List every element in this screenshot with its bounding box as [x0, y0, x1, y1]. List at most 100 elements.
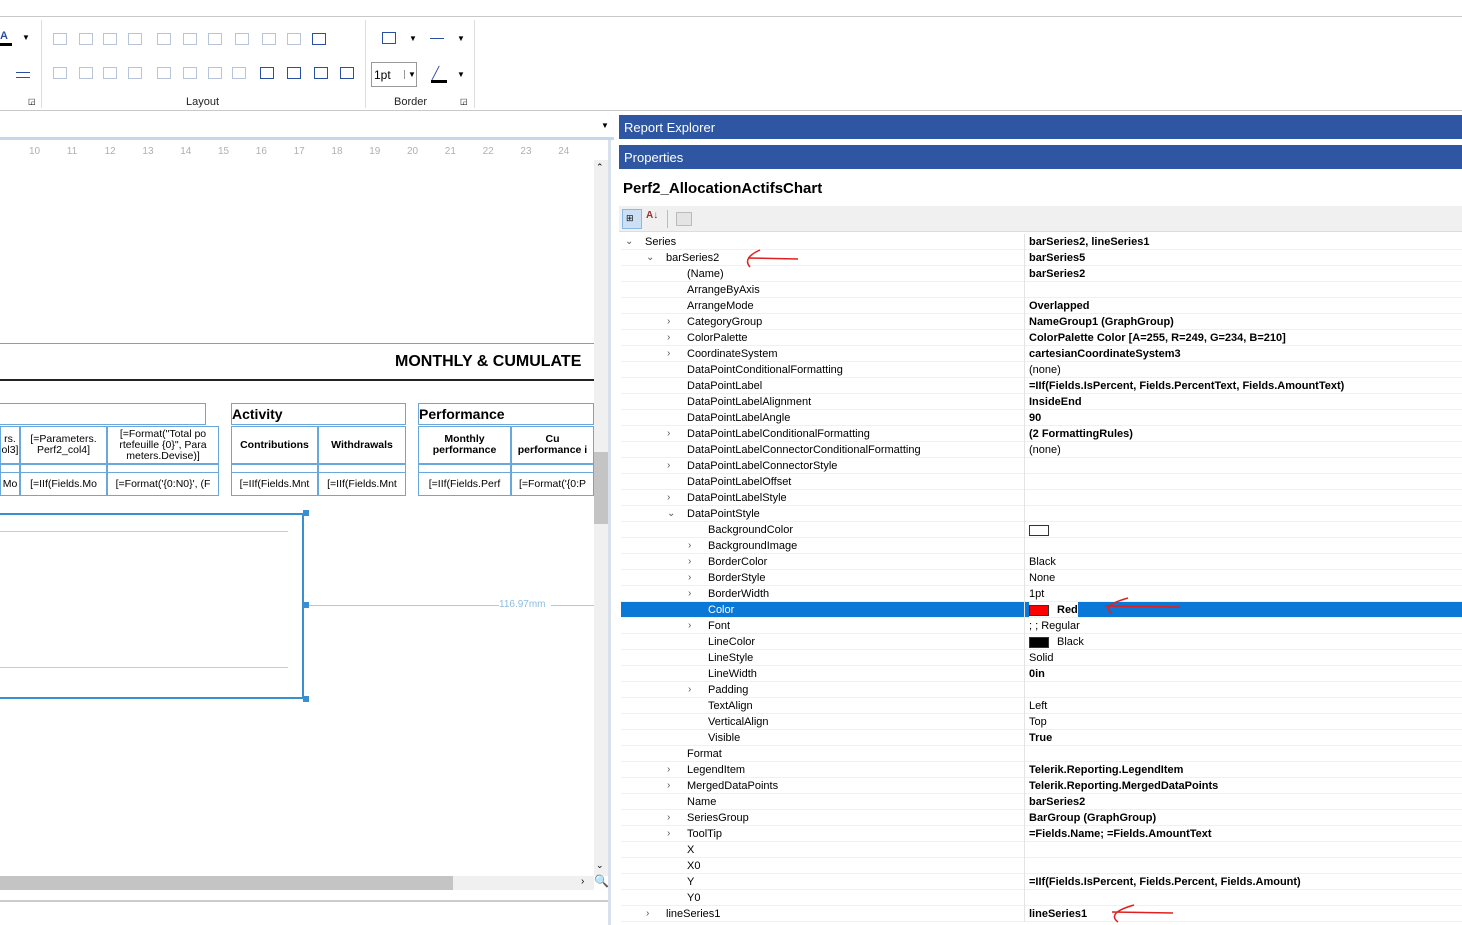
property-row-textalign[interactable]: TextAlign Left — [621, 698, 1462, 714]
property-value[interactable]: Top — [1029, 714, 1047, 730]
property-row-bordercolor[interactable]: › BorderColor Black — [621, 554, 1462, 570]
property-row-y0[interactable]: Y0 — [621, 890, 1462, 906]
property-value[interactable]: barSeries2 — [1029, 266, 1085, 282]
zoom-icon[interactable]: 🔍 — [594, 874, 609, 888]
dialog-launcher-icon[interactable]: ◲ — [28, 97, 36, 106]
layout-icon[interactable] — [232, 67, 246, 79]
property-row-tooltip[interactable]: › ToolTip =Fields.Name; =Fields.AmountText — [621, 826, 1462, 842]
property-row-format[interactable]: Format — [621, 746, 1462, 762]
align-icon[interactable] — [208, 33, 222, 45]
line-style-dropdown-icon[interactable]: ▼ — [457, 34, 465, 43]
property-value[interactable]: Overlapped — [1029, 298, 1090, 314]
property-value[interactable]: Left — [1029, 698, 1047, 714]
property-row-series[interactable]: ⌄ Series barSeries2, lineSeries1 — [621, 234, 1462, 250]
scroll-down-icon[interactable]: ⌄ — [596, 860, 604, 871]
property-row-datapointlabelangle[interactable]: DataPointLabelAngle 90 — [621, 410, 1462, 426]
borders-icon[interactable] — [382, 32, 396, 44]
align-icon[interactable] — [235, 33, 249, 45]
sort-alphabetical-icon[interactable]: A↓ — [646, 210, 658, 221]
table-header-cell[interactable]: [=Parameters. Perf2_col4] — [20, 426, 107, 464]
property-row-backgroundimage[interactable]: › BackgroundImage — [621, 538, 1462, 554]
property-value[interactable]: 1pt — [1029, 586, 1044, 602]
resize-handle[interactable] — [303, 510, 309, 516]
property-value[interactable]: ; ; Regular — [1029, 618, 1080, 634]
table-empty-cell[interactable] — [20, 464, 107, 473]
property-row-x[interactable]: X — [621, 842, 1462, 858]
property-row-datapointconditionalformatting[interactable]: DataPointConditionalFormatting (none) — [621, 362, 1462, 378]
property-value[interactable]: =IIf(Fields.IsPercent, Fields.Percent, F… — [1029, 874, 1301, 890]
chevron-right-icon[interactable]: › — [688, 538, 691, 554]
chevron-down-icon[interactable]: ⌄ — [646, 250, 654, 266]
chevron-right-icon[interactable]: › — [688, 570, 691, 586]
property-value[interactable]: 90 — [1029, 410, 1041, 426]
table-header-cell[interactable]: rs. ol3] — [0, 426, 20, 464]
chevron-right-icon[interactable]: › — [667, 778, 670, 794]
property-row-linewidth[interactable]: LineWidth 0in — [621, 666, 1462, 682]
property-row-datapointlabelconditionalformatting[interactable]: › DataPointLabelConditionalFormatting (2 F… — [621, 426, 1462, 442]
table-header-cell[interactable]: [=Format("Total po rtefeuille {0}", Para… — [107, 426, 219, 464]
property-value[interactable]: lineSeries1 — [1029, 906, 1087, 922]
property-row-coordinatesystem[interactable]: › CoordinateSystem cartesianCoordinateSyst… — [621, 346, 1462, 362]
layout-icon[interactable] — [79, 67, 93, 79]
table-detail-cell[interactable]: [=IIf(Fields.Perf — [418, 472, 511, 496]
dialog-launcher-icon[interactable]: ◲ — [460, 97, 468, 106]
align-icon[interactable] — [312, 33, 326, 45]
align-icon[interactable] — [262, 33, 276, 45]
resize-handle[interactable] — [303, 696, 309, 702]
borders-dropdown-icon[interactable]: ▼ — [409, 34, 417, 43]
property-value[interactable] — [1029, 522, 1057, 538]
align-icon[interactable] — [53, 33, 67, 45]
table-detail-cell[interactable]: Mo — [0, 472, 20, 496]
chevron-right-icon[interactable]: › — [688, 682, 691, 698]
justify-icon[interactable] — [16, 72, 30, 78]
chevron-right-icon[interactable]: › — [667, 458, 670, 474]
layout-icon[interactable] — [287, 67, 301, 79]
table-detail-cell[interactable]: [=Format('{0:N0}', (F — [107, 472, 219, 496]
property-value[interactable]: None — [1029, 570, 1055, 586]
table-group-header[interactable] — [0, 403, 206, 425]
chevron-right-icon[interactable]: › — [667, 346, 670, 362]
border-width-select[interactable]: 1pt ▼ — [371, 62, 417, 87]
property-value[interactable]: cartesianCoordinateSystem3 — [1029, 346, 1181, 362]
property-row-barseries2[interactable]: ⌄ barSeries2 barSeries5 — [621, 250, 1462, 266]
report-explorer-header[interactable]: Report Explorer — [619, 115, 1462, 139]
property-row-categorygroup[interactable]: › CategoryGroup NameGroup1 (GraphGroup) — [621, 314, 1462, 330]
property-value[interactable]: Black — [1029, 554, 1056, 570]
table-empty-cell[interactable] — [231, 464, 318, 473]
property-row-datapointlabelconnectorconditionalformatting[interactable]: DataPointLabelConnectorConditionalFormat… — [621, 442, 1462, 458]
property-row-verticalalign[interactable]: VerticalAlign Top — [621, 714, 1462, 730]
align-icon[interactable] — [183, 33, 197, 45]
layout-icon[interactable] — [208, 67, 222, 79]
categorized-icon[interactable]: ⊞ — [622, 209, 642, 229]
align-icon[interactable] — [128, 33, 142, 45]
chevron-right-icon[interactable]: › — [667, 490, 670, 506]
table-detail-cell[interactable]: [=IIf(Fields.Mnt — [231, 472, 318, 496]
table-header-cell[interactable]: Monthly performance — [418, 426, 511, 464]
property-value[interactable]: barSeries2 — [1029, 794, 1085, 810]
layout-icon[interactable] — [340, 67, 354, 79]
table-empty-cell[interactable] — [418, 464, 511, 473]
chevron-down-icon[interactable]: ▼ — [404, 70, 416, 79]
align-icon[interactable] — [79, 33, 93, 45]
horizontal-scrollbar[interactable]: › — [0, 876, 594, 890]
property-value[interactable]: (2 FormattingRules) — [1029, 426, 1133, 442]
scrollbar-thumb[interactable] — [0, 876, 453, 890]
property-value[interactable]: True — [1029, 730, 1052, 746]
line-style-icon[interactable] — [430, 38, 444, 39]
property-row-borderstyle[interactable]: › BorderStyle None — [621, 570, 1462, 586]
property-row-linestyle[interactable]: LineStyle Solid — [621, 650, 1462, 666]
table-empty-cell[interactable] — [0, 464, 20, 473]
layout-icon[interactable] — [103, 67, 117, 79]
layout-icon[interactable] — [314, 67, 328, 79]
table-header-cell[interactable]: Contributions — [231, 426, 318, 464]
property-row-name[interactable]: (Name) barSeries2 — [621, 266, 1462, 282]
property-value[interactable]: Black — [1029, 634, 1084, 650]
table-empty-cell[interactable] — [318, 464, 406, 473]
property-value[interactable]: barSeries5 — [1029, 250, 1085, 266]
chevron-right-icon[interactable]: › — [667, 810, 670, 826]
property-value[interactable]: barSeries2, lineSeries1 — [1029, 234, 1149, 250]
property-row-linecolor[interactable]: LineColor Black — [621, 634, 1462, 650]
activity-header[interactable]: Activity — [231, 403, 406, 425]
property-value[interactable]: NameGroup1 (GraphGroup) — [1029, 314, 1174, 330]
scrollbar-thumb[interactable] — [594, 452, 608, 524]
